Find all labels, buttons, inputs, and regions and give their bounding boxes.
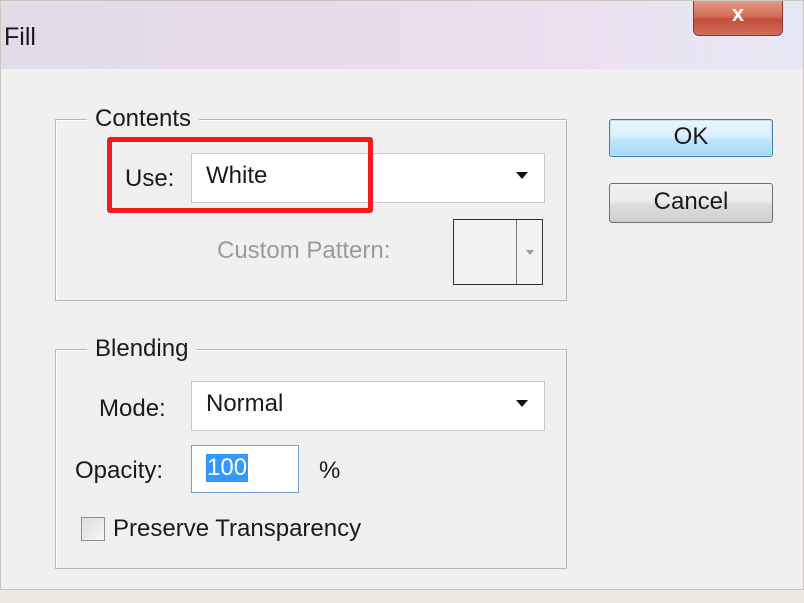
ok-button[interactable]: OK — [609, 119, 773, 157]
opacity-label: Opacity: — [75, 457, 164, 484]
opacity-value: 100 — [206, 454, 249, 482]
mode-value: Normal — [206, 390, 284, 417]
window-title: Fill — [4, 23, 36, 51]
mode-label: Mode: — [99, 395, 166, 422]
mode-dropdown[interactable]: Normal — [191, 381, 545, 431]
pattern-divider — [516, 220, 517, 284]
preserve-transparency-label[interactable]: Preserve Transparency — [113, 515, 361, 543]
cancel-button[interactable]: Cancel — [609, 183, 773, 223]
preserve-transparency-checkbox[interactable] — [81, 517, 105, 541]
blending-legend: Blending — [87, 335, 197, 363]
chevron-down-icon — [526, 250, 534, 255]
opacity-input[interactable]: 100 — [191, 445, 299, 493]
title-bar: Fill x — [1, 1, 803, 69]
close-icon: x — [731, 1, 745, 26]
opacity-unit: % — [319, 457, 341, 484]
custom-pattern-label: Custom Pattern: — [217, 237, 391, 264]
chevron-down-icon — [516, 400, 528, 407]
red-highlight-annotation — [107, 137, 373, 213]
fill-dialog: Fill x Contents Use: White Custom Patter… — [0, 0, 804, 590]
chevron-down-icon — [516, 172, 528, 179]
custom-pattern-picker — [453, 219, 543, 285]
contents-legend: Contents — [87, 105, 200, 133]
close-button[interactable]: x — [693, 1, 783, 36]
